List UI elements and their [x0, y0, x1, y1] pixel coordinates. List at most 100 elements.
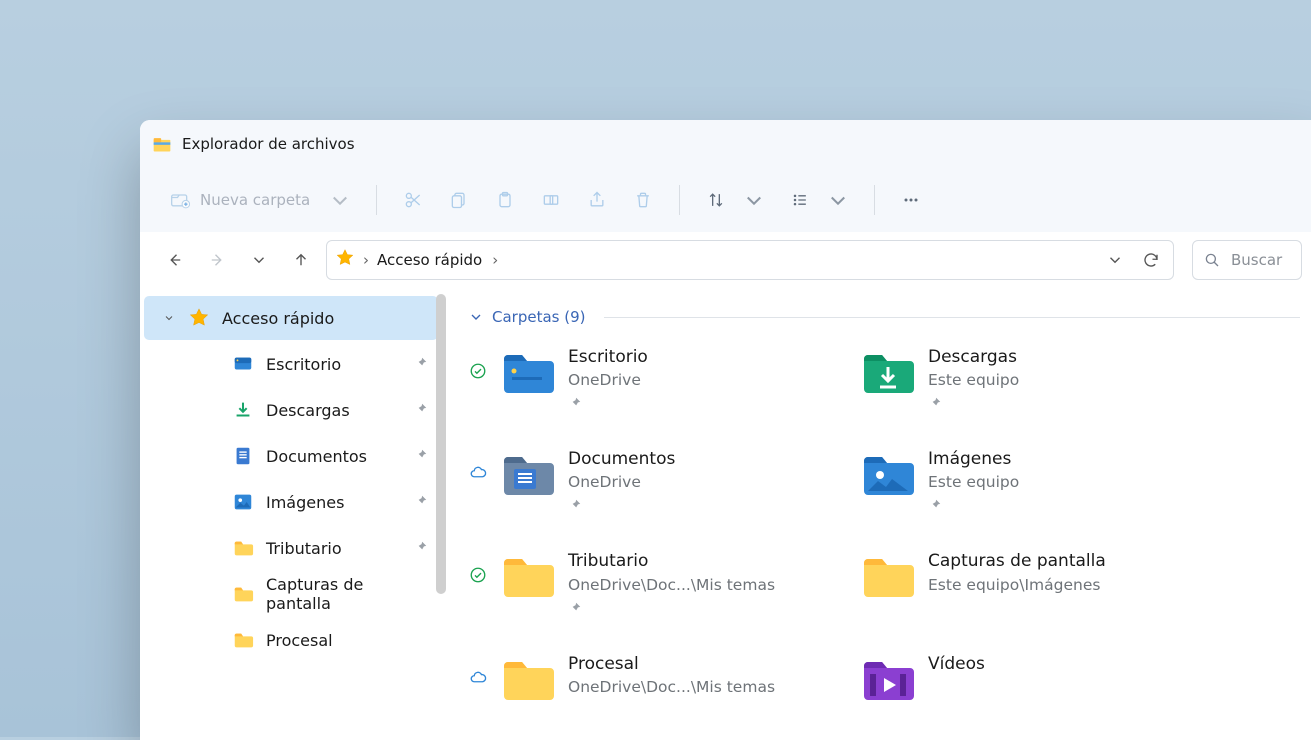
- sort-button[interactable]: [696, 180, 774, 220]
- sidebar-item-2[interactable]: Descargas: [144, 388, 438, 432]
- view-button[interactable]: [780, 180, 858, 220]
- address-dropdown-button[interactable]: [1101, 246, 1129, 274]
- sidebar-item-label: Acceso rápido: [222, 309, 428, 328]
- crumb-sep-icon: ›: [363, 251, 369, 269]
- sidebar-item-7[interactable]: Procesal: [144, 618, 438, 662]
- sync-status-icon: [468, 448, 488, 482]
- divider: [604, 317, 1301, 318]
- more-button[interactable]: [891, 180, 931, 220]
- sync-status-icon: [828, 346, 848, 362]
- folder-item[interactable]: ProcesalOneDrive\Doc...\Mis temas: [468, 653, 798, 707]
- sidebar-item-1[interactable]: Escritorio: [144, 342, 438, 386]
- folder-big-icon: [860, 550, 916, 604]
- sidebar-item-5[interactable]: Tributario: [144, 526, 438, 570]
- folder-item[interactable]: DescargasEste equipo: [828, 346, 1158, 414]
- sidebar-item-0[interactable]: Acceso rápido: [144, 296, 438, 340]
- share-button[interactable]: [577, 180, 617, 220]
- download-green-icon: [232, 399, 254, 421]
- sync-status-icon: [468, 346, 488, 380]
- desktop-big-icon: [500, 346, 556, 400]
- ellipsis-icon: [901, 190, 921, 210]
- divider: [376, 185, 377, 215]
- sync-status-icon: [828, 550, 848, 566]
- pin-icon: [414, 447, 428, 466]
- sync-status-icon: [828, 448, 848, 464]
- delete-button[interactable]: [623, 180, 663, 220]
- images-icon: [232, 491, 254, 513]
- arrow-right-icon: [208, 251, 226, 269]
- sidebar-item-label: Procesal: [266, 631, 428, 650]
- pin-icon: [414, 355, 428, 374]
- breadcrumb-label: Acceso rápido: [377, 251, 482, 269]
- arrow-up-icon: [292, 251, 310, 269]
- sidebar-item-3[interactable]: Documentos: [144, 434, 438, 478]
- pin-icon: [414, 401, 428, 420]
- item-location: OneDrive\Doc...\Mis temas: [568, 575, 775, 595]
- forward-button[interactable]: [200, 243, 234, 277]
- item-location: Este equipo: [928, 370, 1019, 390]
- item-location: OneDrive: [568, 370, 648, 390]
- pin-icon: [568, 396, 648, 414]
- arrow-left-icon: [166, 251, 184, 269]
- chevron-down-icon: [162, 312, 176, 324]
- new-folder-icon: [170, 190, 190, 210]
- toolbar: Nueva carpeta: [140, 168, 1311, 232]
- folder-item[interactable]: DocumentosOneDrive: [468, 448, 798, 516]
- view-list-icon: [790, 190, 810, 210]
- folder-item[interactable]: Vídeos: [828, 653, 1158, 707]
- scrollbar[interactable]: [436, 294, 446, 594]
- folder-icon: [232, 629, 254, 651]
- item-location: Este equipo\Imágenes: [928, 575, 1106, 595]
- pin-icon: [414, 493, 428, 512]
- folder-icon: [232, 537, 254, 559]
- docs-big-icon: [500, 448, 556, 502]
- sidebar: Acceso rápido Escritorio DescargasDocument…: [140, 288, 448, 740]
- group-header[interactable]: Carpetas (9): [468, 308, 1300, 326]
- folder-item[interactable]: EscritorioOneDrive: [468, 346, 798, 414]
- cut-button[interactable]: [393, 180, 433, 220]
- sidebar-item-6[interactable]: Capturas de pantalla: [144, 572, 438, 616]
- desktop-icon: [232, 353, 254, 375]
- folder-item[interactable]: Capturas de pantallaEste equipo\Imágenes: [828, 550, 1158, 618]
- new-folder-label: Nueva carpeta: [200, 191, 310, 209]
- sync-status-icon: [828, 653, 848, 669]
- folder-big-icon: [500, 550, 556, 604]
- scissors-icon: [403, 190, 423, 210]
- navbar: › Acceso rápido › Buscar: [140, 232, 1311, 288]
- group-title: Carpetas (9): [492, 308, 586, 326]
- copy-button[interactable]: [439, 180, 479, 220]
- folder-item[interactable]: ImágenesEste equipo: [828, 448, 1158, 516]
- clipboard-icon: [495, 190, 515, 210]
- refresh-button[interactable]: [1137, 246, 1165, 274]
- folder-item[interactable]: Tributario OneDrive\Doc...\Mis temas: [468, 550, 798, 618]
- breadcrumb[interactable]: Acceso rápido ›: [377, 251, 498, 269]
- paste-button[interactable]: [485, 180, 525, 220]
- folder-big-icon: [500, 653, 556, 707]
- chevron-down-icon: [468, 309, 484, 325]
- app-icon: [152, 134, 172, 154]
- star-icon: [188, 307, 210, 329]
- item-name: Tributario: [568, 550, 775, 572]
- chevron-down-icon: [330, 190, 350, 210]
- sidebar-item-label: Escritorio: [266, 355, 402, 374]
- refresh-icon: [1142, 251, 1160, 269]
- sort-icon: [706, 190, 726, 210]
- up-button[interactable]: [284, 243, 318, 277]
- sidebar-item-4[interactable]: Imágenes: [144, 480, 438, 524]
- rename-button[interactable]: [531, 180, 571, 220]
- images-big-icon: [860, 448, 916, 502]
- search-placeholder: Buscar: [1231, 251, 1282, 269]
- new-folder-button[interactable]: Nueva carpeta: [160, 180, 360, 220]
- window-title: Explorador de archivos: [182, 135, 355, 153]
- file-explorer-window: Explorador de archivos Nueva carpeta: [140, 120, 1311, 740]
- divider: [874, 185, 875, 215]
- sync-status-icon: [468, 550, 488, 584]
- chevron-down-icon: [828, 190, 848, 210]
- item-location: OneDrive\Doc...\Mis temas: [568, 677, 775, 697]
- search-input[interactable]: Buscar: [1192, 240, 1302, 280]
- address-bar[interactable]: › Acceso rápido ›: [326, 240, 1174, 280]
- item-location: OneDrive: [568, 472, 675, 492]
- back-button[interactable]: [158, 243, 192, 277]
- recent-locations-button[interactable]: [242, 243, 276, 277]
- item-name: Procesal: [568, 653, 775, 675]
